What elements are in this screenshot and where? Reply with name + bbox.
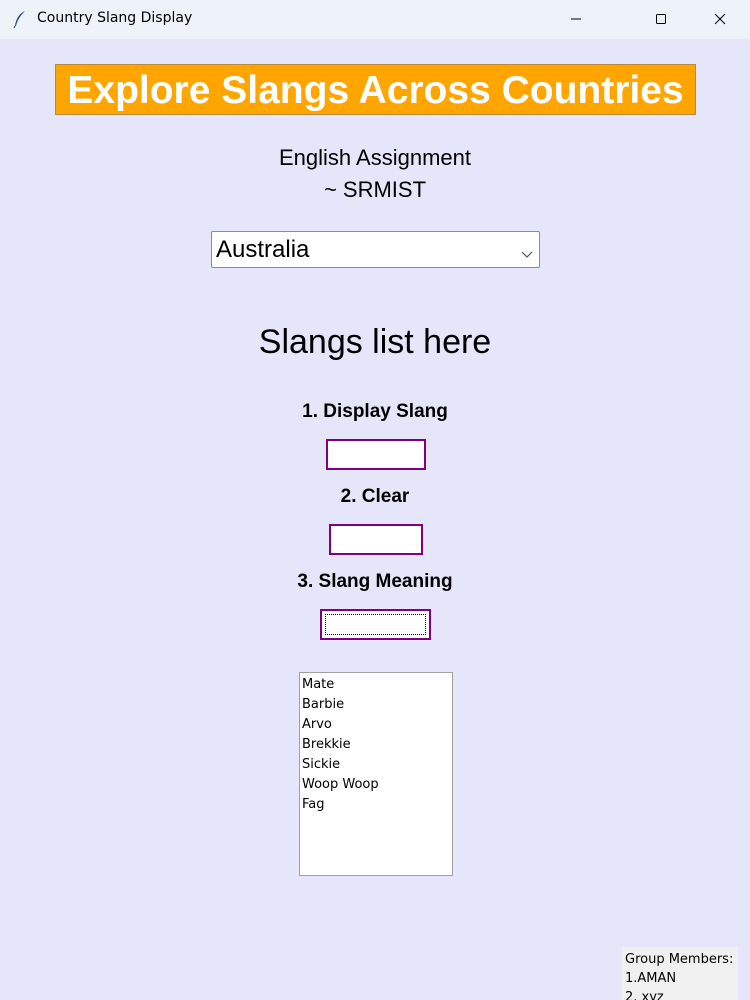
list-item[interactable]: Barbie — [301, 695, 451, 715]
country-dropdown-value: Australia — [216, 236, 310, 263]
subtitle-institution: ~ SRMIST — [323, 177, 427, 202]
subtitle-assignment: English Assignment — [279, 145, 471, 170]
clear-label: 2. Clear — [340, 486, 410, 507]
group-members-panel: Group Members: 1.AMAN 2. xyz — [622, 947, 738, 1000]
list-item[interactable]: Arvo — [301, 715, 451, 735]
display-slang-button[interactable] — [326, 439, 426, 470]
page-title-banner: Explore Slangs Across Countries — [55, 64, 696, 115]
country-dropdown[interactable]: Australia — [211, 231, 540, 268]
slang-meaning-label: 3. Slang Meaning — [297, 571, 453, 592]
title-bar[interactable]: Country Slang Display — [0, 0, 750, 39]
close-icon — [714, 10, 726, 29]
list-item[interactable]: Sickie — [301, 755, 451, 775]
feather-icon — [12, 10, 28, 29]
list-item[interactable]: Mate — [301, 675, 451, 695]
slang-listbox[interactable]: Mate Barbie Arvo Brekkie Sickie Woop Woo… — [299, 672, 453, 876]
maximize-button[interactable] — [638, 0, 684, 39]
window-title: Country Slang Display — [37, 10, 193, 26]
minimize-button[interactable] — [553, 0, 599, 39]
clear-button[interactable] — [329, 524, 423, 555]
list-item[interactable]: Fag — [301, 795, 451, 815]
group-member: 2. xyz — [625, 990, 664, 1000]
maximize-icon — [655, 10, 667, 29]
list-item[interactable]: Woop Woop — [301, 775, 451, 795]
focus-ring — [325, 614, 426, 635]
minimize-icon — [570, 10, 582, 29]
chevron-down-icon — [521, 244, 533, 263]
display-slang-label: 1. Display Slang — [302, 401, 448, 422]
close-button[interactable] — [697, 0, 743, 39]
slangs-heading: Slangs list here — [258, 323, 492, 361]
group-members-title: Group Members: — [625, 952, 734, 967]
app-window: Country Slang Display Explore Slangs Acr… — [0, 0, 750, 1000]
slang-meaning-button[interactable] — [320, 609, 431, 640]
group-member: 1.AMAN — [625, 971, 677, 986]
list-item[interactable]: Brekkie — [301, 735, 451, 755]
